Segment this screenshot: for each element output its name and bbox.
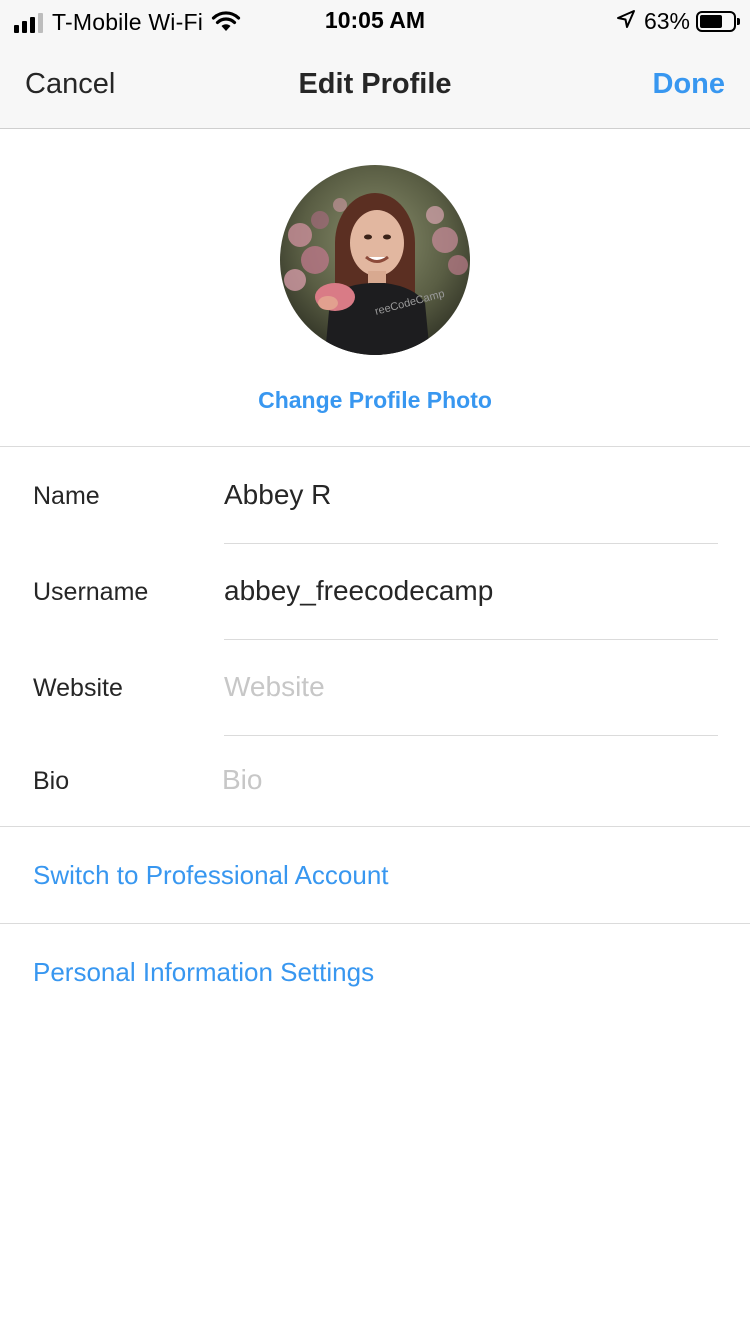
battery-icon <box>696 11 740 32</box>
switch-professional-account-link[interactable]: Switch to Professional Account <box>33 860 389 891</box>
username-field[interactable] <box>224 566 718 616</box>
website-field[interactable] <box>224 662 718 712</box>
website-label: Website <box>33 674 123 702</box>
profile-photo-section: reeCodeCamp Change Profile Photo <box>0 129 750 447</box>
section-divider <box>0 826 750 827</box>
status-bar: T-Mobile Wi-Fi 10:05 AM 63% <box>0 0 750 40</box>
change-profile-photo-link[interactable]: Change Profile Photo <box>0 387 750 414</box>
name-field[interactable] <box>224 470 718 520</box>
form-row-bio: Bio <box>0 736 750 826</box>
done-button[interactable]: Done <box>653 68 726 101</box>
name-label: Name <box>33 482 100 510</box>
username-label: Username <box>33 578 149 606</box>
navigation-bar: Cancel Edit Profile Done <box>0 40 750 129</box>
bio-field[interactable] <box>222 755 716 805</box>
form-row-name: Name <box>0 448 750 544</box>
battery-percent: 63% <box>643 8 690 34</box>
page-title: Edit Profile <box>298 68 452 100</box>
section-divider <box>0 923 750 924</box>
personal-information-settings-link[interactable]: Personal Information Settings <box>33 957 374 988</box>
bio-label: Bio <box>33 767 70 795</box>
form-row-website: Website <box>0 640 750 736</box>
location-arrow-icon <box>616 9 636 34</box>
form-row-username: Username <box>0 544 750 640</box>
status-right: 63% <box>616 8 740 35</box>
avatar[interactable]: reeCodeCamp <box>280 165 470 355</box>
